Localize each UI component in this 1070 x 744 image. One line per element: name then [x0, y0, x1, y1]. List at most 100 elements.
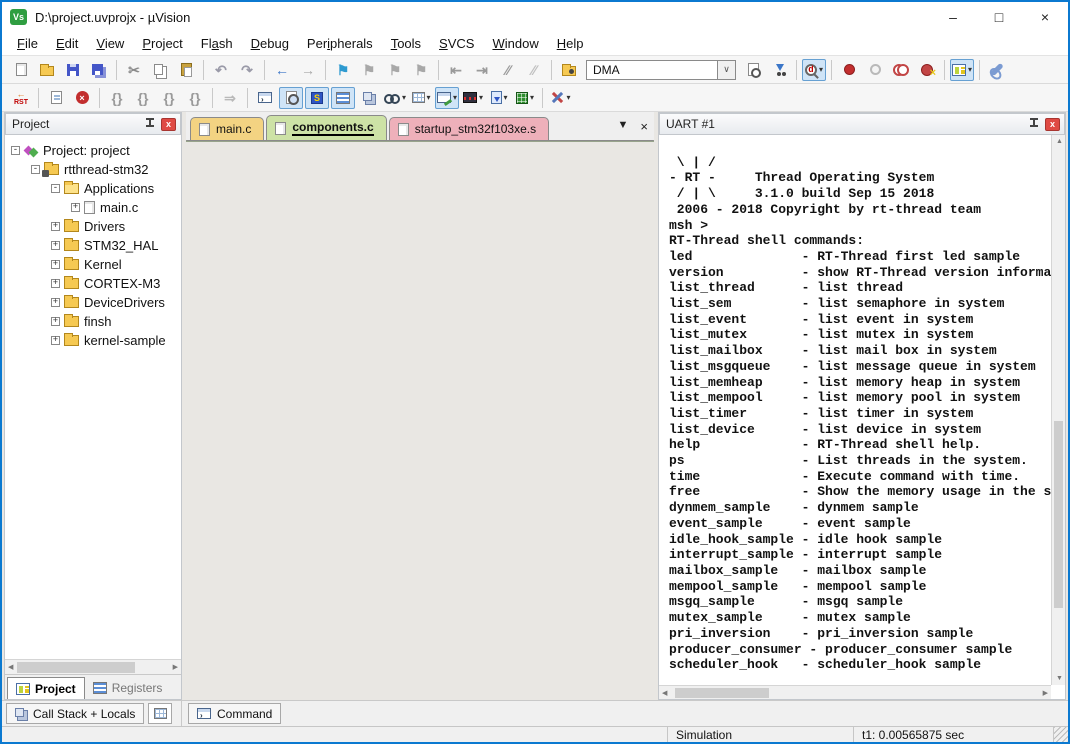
- new-file-button[interactable]: [9, 59, 33, 81]
- step-over-button[interactable]: {}: [131, 87, 155, 109]
- menu-flash[interactable]: Flash: [192, 34, 242, 53]
- minimize-button[interactable]: –: [930, 2, 976, 32]
- search-combobox[interactable]: DMA∨: [586, 60, 736, 80]
- menu-svcs[interactable]: SVCS: [430, 34, 483, 53]
- expander-icon[interactable]: +: [51, 336, 60, 345]
- code-editor[interactable]: 146void rt_hw_board_init(void);147int rt…: [186, 140, 654, 142]
- uart-hscrollbar[interactable]: ◀ ▶: [659, 685, 1051, 699]
- command-tab[interactable]: › Command: [188, 703, 281, 724]
- memory-window-tab[interactable]: [148, 703, 172, 724]
- close-button[interactable]: ×: [1022, 2, 1068, 32]
- reset-button[interactable]: ←RST: [9, 87, 33, 109]
- kill-all-breakpoints-button[interactable]: ×: [915, 59, 939, 81]
- menu-window[interactable]: Window: [483, 34, 547, 53]
- scroll-up-icon[interactable]: ▲: [1056, 138, 1063, 145]
- paste-button[interactable]: [174, 59, 198, 81]
- tab-list-dropdown-icon[interactable]: ▼: [618, 119, 629, 134]
- tree-item-drivers[interactable]: +Drivers: [5, 217, 181, 236]
- symbol-window-button[interactable]: S: [305, 87, 329, 109]
- scroll-thumb[interactable]: [675, 688, 769, 698]
- tree-item-kernel-sample[interactable]: +kernel-sample: [5, 331, 181, 350]
- editor-hscrollbar[interactable]: ◀ ▶: [187, 140, 639, 141]
- disable-breakpoint-button[interactable]: [863, 59, 887, 81]
- expander-icon[interactable]: -: [11, 146, 20, 155]
- trace-window-button[interactable]: ▾: [487, 87, 511, 109]
- menu-tools[interactable]: Tools: [382, 34, 430, 53]
- tab-project[interactable]: Project: [7, 677, 85, 699]
- watch-window-button[interactable]: ▾: [383, 87, 407, 109]
- resize-grip[interactable]: [1054, 727, 1068, 742]
- previous-bookmark-button[interactable]: ⚑: [357, 59, 381, 81]
- unindent-button[interactable]: ⇤: [444, 59, 468, 81]
- scroll-thumb[interactable]: [1054, 421, 1063, 608]
- expander-icon[interactable]: +: [51, 298, 60, 307]
- expander-icon[interactable]: -: [51, 184, 60, 193]
- expander-icon[interactable]: +: [51, 222, 60, 231]
- start-stop-debug-button[interactable]: d▾: [802, 59, 826, 81]
- scroll-left-icon[interactable]: ◀: [8, 664, 13, 671]
- find-button[interactable]: [741, 59, 765, 81]
- expander-icon[interactable]: +: [51, 241, 60, 250]
- stop-button[interactable]: ×: [70, 87, 94, 109]
- call-stack-window-button[interactable]: [357, 87, 381, 109]
- serial-window-button[interactable]: ▾: [435, 87, 459, 109]
- expander-icon[interactable]: +: [51, 260, 60, 269]
- step-out-button[interactable]: {}: [157, 87, 181, 109]
- expander-icon[interactable]: -: [31, 165, 40, 174]
- code-area[interactable]: 146void rt_hw_board_init(void);147int rt…: [187, 141, 639, 142]
- scroll-right-icon[interactable]: ▶: [173, 664, 178, 671]
- run-to-cursor-button[interactable]: {}: [183, 87, 207, 109]
- navigate-forward-button[interactable]: →: [296, 59, 320, 81]
- registers-window-button[interactable]: [331, 87, 355, 109]
- pin-icon[interactable]: [1029, 118, 1039, 130]
- command-window-button[interactable]: ›: [253, 87, 277, 109]
- system-viewer-button[interactable]: ▾: [513, 87, 537, 109]
- menu-file[interactable]: File: [8, 34, 47, 53]
- call-stack-tab[interactable]: Call Stack + Locals: [6, 703, 144, 724]
- disable-all-breakpoints-button[interactable]: [889, 59, 913, 81]
- clear-bookmarks-button[interactable]: ⚑: [409, 59, 433, 81]
- menu-debug[interactable]: Debug: [242, 34, 298, 53]
- expander-icon[interactable]: +: [51, 279, 60, 288]
- maximize-button[interactable]: □: [976, 2, 1022, 32]
- uart-vscrollbar[interactable]: ▲ ▼: [1051, 135, 1065, 685]
- show-next-statement-button[interactable]: ⇒: [218, 87, 242, 109]
- tree-item-kernel[interactable]: +Kernel: [5, 255, 181, 274]
- undo-button[interactable]: ↶: [209, 59, 233, 81]
- editor-tab-main-c[interactable]: main.c: [190, 117, 264, 140]
- tree-item-project-project[interactable]: -Project: project: [5, 141, 181, 160]
- show-windows-button[interactable]: ▾: [950, 59, 974, 81]
- tree-item-finsh[interactable]: +finsh: [5, 312, 181, 331]
- indent-button[interactable]: ⇥: [470, 59, 494, 81]
- uart-output[interactable]: \ | / - RT - Thread Operating System / |…: [659, 135, 1051, 685]
- find-in-files-button[interactable]: [557, 59, 581, 81]
- uncomment-button[interactable]: ∕∕: [522, 59, 546, 81]
- editor-tab-components-c[interactable]: components.c: [266, 115, 386, 140]
- tab-registers[interactable]: Registers: [85, 677, 171, 699]
- tree-item-rtthread-stm32[interactable]: -rtthread-stm32: [5, 160, 181, 179]
- search-input[interactable]: DMA: [586, 60, 718, 80]
- memory-window-button[interactable]: ▾: [409, 87, 433, 109]
- pin-icon[interactable]: [145, 118, 155, 130]
- tab-close-icon[interactable]: ×: [640, 119, 648, 134]
- scroll-left-icon[interactable]: ◀: [662, 690, 667, 697]
- analysis-window-button[interactable]: ▾: [461, 87, 485, 109]
- toggle-breakpoint-button[interactable]: [837, 59, 861, 81]
- cut-button[interactable]: ✂: [122, 59, 146, 81]
- scroll-thumb[interactable]: [17, 662, 135, 673]
- next-bookmark-button[interactable]: ⚑: [383, 59, 407, 81]
- tree-item-stm32-hal[interactable]: +STM32_HAL: [5, 236, 181, 255]
- incremental-find-button[interactable]: [767, 59, 791, 81]
- insert-bookmark-button[interactable]: ⚑: [331, 59, 355, 81]
- disassembly-window-button[interactable]: [279, 87, 303, 109]
- tree-item-devicedrivers[interactable]: +DeviceDrivers: [5, 293, 181, 312]
- uart-panel-close-icon[interactable]: x: [1045, 118, 1060, 131]
- expander-icon[interactable]: +: [71, 203, 80, 212]
- editor-tab-startup-stm32f103xe-s[interactable]: startup_stm32f103xe.s: [389, 117, 549, 140]
- tree-item-cortex-m3[interactable]: +CORTEX-M3: [5, 274, 181, 293]
- project-panel-close-icon[interactable]: x: [161, 118, 176, 131]
- copy-button[interactable]: [148, 59, 172, 81]
- menu-edit[interactable]: Edit: [47, 34, 87, 53]
- combo-dropdown-icon[interactable]: ∨: [718, 60, 736, 80]
- scroll-right-icon[interactable]: ▶: [1043, 690, 1048, 697]
